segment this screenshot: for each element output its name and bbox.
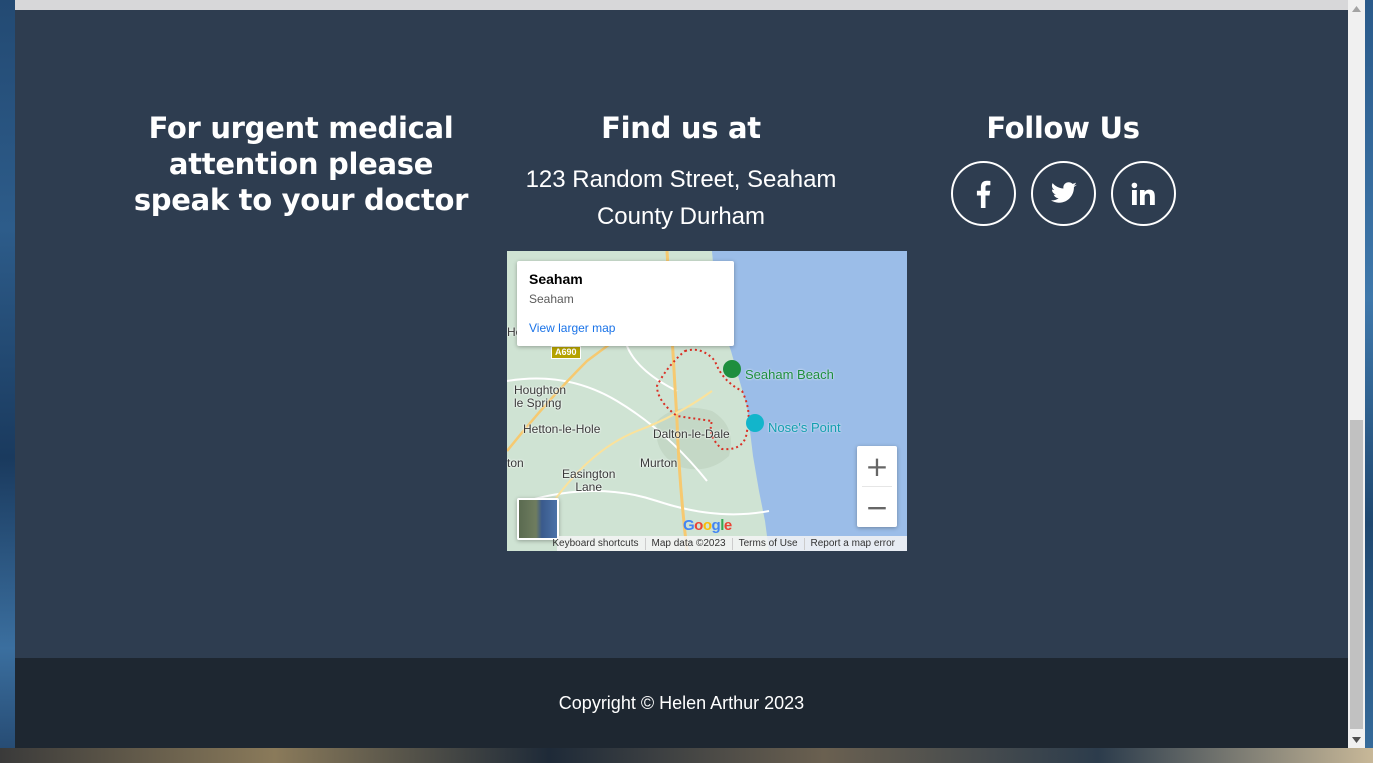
background-image-left [0,0,15,763]
map-label-houghton: Houghton le Spring [514,383,567,410]
arrow-up-icon [1352,5,1361,12]
zoom-control: + − [857,446,897,527]
facebook-icon [976,180,991,208]
keyboard-shortcuts-link[interactable]: Keyboard shortcuts [546,538,644,550]
poi-seaham-beach[interactable]: Seaham Beach [745,367,834,382]
map-attribution: Keyboard shortcuts Map data ©2023 Terms … [552,536,907,551]
urgent-column: For urgent medical attention please spea… [125,110,477,218]
find-us-column: Find us at 123 Random Street, Seaham Cou… [495,110,867,235]
terms-of-use-link[interactable]: Terms of Use [731,537,804,550]
google-logo: Google [683,517,732,534]
urgent-heading: For urgent medical attention please spea… [133,111,469,217]
footer-bottom-bar: Copyright © Helen Arthur 2023 [15,658,1348,748]
follow-us-heading: Follow Us [986,111,1140,145]
map-label-ton: ton [507,456,524,470]
report-map-error-link[interactable]: Report a map error [803,537,901,550]
footer-main: For urgent medical attention please spea… [15,10,1348,658]
info-card-title: Seaham [529,271,583,287]
address-line-2: County Durham [596,203,766,230]
facebook-button[interactable] [950,161,1016,226]
background-image-right [1365,0,1373,748]
map-label-murton: Murton [640,456,678,470]
view-larger-map-link[interactable]: View larger map [529,321,722,335]
twitter-button[interactable] [1030,161,1096,226]
follow-us-column: Follow Us [883,110,1243,226]
scroll-up-button[interactable] [1348,0,1365,17]
linkedin-button[interactable] [1110,161,1176,226]
address-line-1: 123 Random Street, Seaham [525,166,837,193]
address: 123 Random Street, Seaham County Durham [495,161,867,235]
social-links [883,161,1243,226]
info-card-subtitle: Seaham [529,292,574,306]
arrow-down-icon [1352,736,1361,743]
zoom-in-button[interactable]: + [857,446,897,486]
map-data-text: Map data ©2023 [644,537,732,550]
copyright-text: Copyright © Helen Arthur 2023 [558,692,805,713]
scroll-down-button[interactable] [1348,731,1365,748]
map-info-card: Seaham Seaham View larger map [517,261,734,346]
road-badge: A690 [551,346,581,359]
background-image-bottom [0,748,1373,763]
poi-noses-point[interactable]: Nose's Point [768,420,841,435]
scrollbar-thumb[interactable] [1350,420,1363,729]
map-label-dalton: Dalton-le-Dale [653,427,730,441]
map-label-hetton: Hetton-le-Hole [523,422,601,436]
find-us-heading: Find us at [601,111,761,145]
zoom-out-button[interactable]: − [857,487,897,527]
embedded-map[interactable]: A690 He Houghton le Spring Hetton-le-Hol… [507,251,907,551]
vertical-scrollbar[interactable] [1348,0,1365,748]
linkedin-icon [1131,182,1155,205]
page: For urgent medical attention please spea… [15,0,1348,748]
twitter-icon [1050,182,1077,203]
satellite-view-toggle[interactable] [517,498,559,540]
content-section-edge [15,0,1348,10]
map-label-easington: Easington Lane [562,467,616,494]
